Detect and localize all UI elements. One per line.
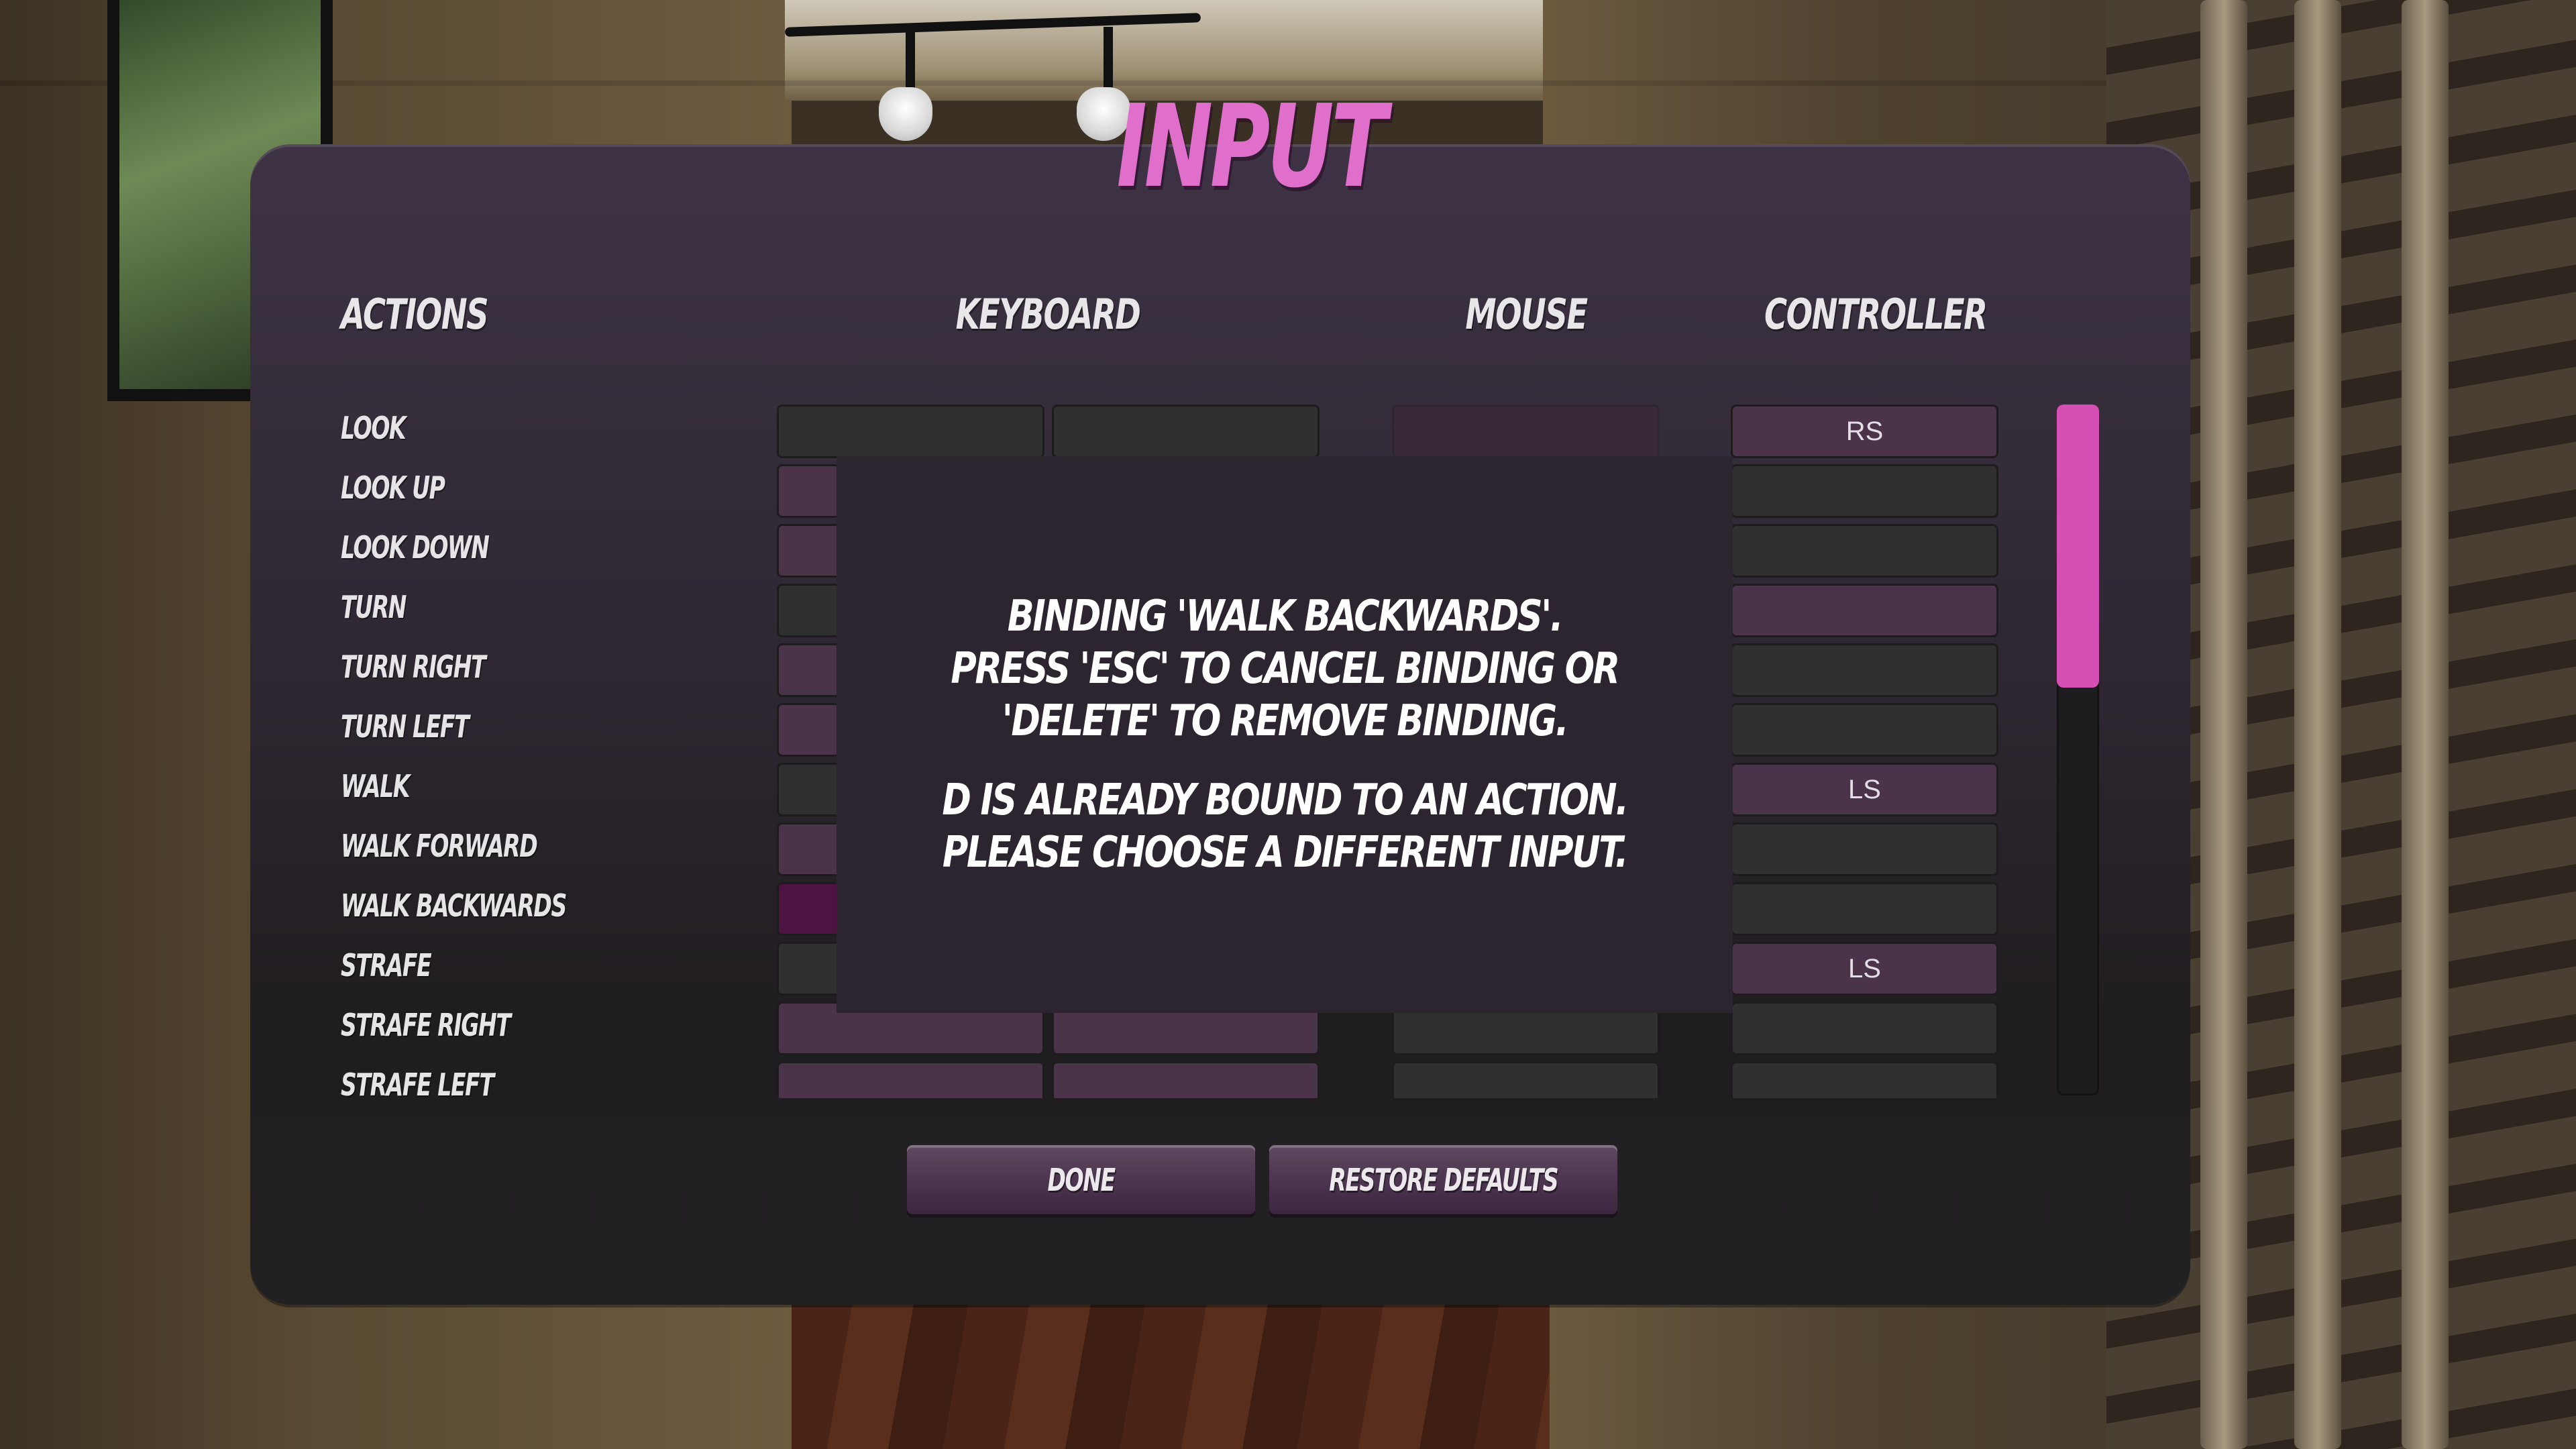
action-label: TURN LEFT [341,708,470,745]
action-label: WALK BACKWARDS [341,888,567,924]
action-label: LOOK DOWN [341,529,490,566]
bindings-scrollbar[interactable] [2057,405,2099,1095]
column-header-controller: CONTROLLER [1764,290,1988,339]
controller-binding[interactable]: LS [1731,763,1998,816]
binding-prompt-title: BINDING 'WALK BACKWARDS'. [1007,592,1564,641]
action-label: WALK [341,768,410,804]
keyboard-binding-secondary[interactable] [1052,1061,1320,1098]
column-header-mouse: MOUSE [1465,290,1588,339]
track-light [879,87,932,141]
done-button[interactable]: DONE [907,1145,1255,1214]
keyboard-binding-primary[interactable] [777,1061,1044,1098]
action-label: WALK FORWARD [341,828,538,864]
keyboard-binding-primary[interactable] [777,405,1044,458]
action-label: STRAFE [341,947,432,983]
controller-binding[interactable] [1731,1061,1998,1098]
action-label: TURN [341,589,407,625]
scrollbar-thumb[interactable] [2057,405,2099,688]
column-header-keyboard: KEYBOARD [955,290,1141,339]
restore-defaults-button-label: RESTORE DEFAULTS [1329,1161,1558,1198]
column-header-actions: ACTIONS [341,290,489,339]
mouse-binding[interactable] [1392,405,1660,458]
controller-binding[interactable] [1731,464,1998,518]
binding-row: LOOK RS [0,405,2576,458]
action-label: TURN RIGHT [341,649,486,685]
controller-binding[interactable] [1731,584,1998,637]
keyboard-binding-secondary[interactable] [1052,405,1320,458]
page-title: INPUT [1116,80,1387,213]
binding-row: STRAFE LEFT [0,1061,2576,1098]
action-label: LOOK [341,410,407,446]
wood-floor [792,1301,1550,1449]
controller-binding[interactable] [1731,1002,1998,1055]
action-label: STRAFE RIGHT [341,1007,511,1043]
controller-binding[interactable] [1731,822,1998,876]
controller-binding[interactable] [1731,524,1998,578]
binding-prompt-instructions: PRESS 'ESC' TO CANCEL BINDING OR 'DELETE… [951,644,1620,746]
controller-binding[interactable] [1731,703,1998,757]
controller-binding[interactable]: LS [1731,942,1998,996]
controller-binding[interactable] [1731,643,1998,697]
done-button-label: DONE [1047,1161,1116,1198]
binding-conflict-warning: D IS ALREADY BOUND TO AN ACTION. PLEASE … [942,775,1629,877]
controller-binding[interactable] [1731,882,1998,936]
controller-binding[interactable]: RS [1731,405,1998,458]
mouse-binding[interactable] [1392,1061,1660,1098]
action-label: STRAFE LEFT [341,1067,494,1098]
action-label: LOOK UP [341,470,445,506]
binding-prompt-dialog: BINDING 'WALK BACKWARDS'. PRESS 'ESC' TO… [837,456,1733,1013]
restore-defaults-button[interactable]: RESTORE DEFAULTS [1269,1145,1617,1214]
